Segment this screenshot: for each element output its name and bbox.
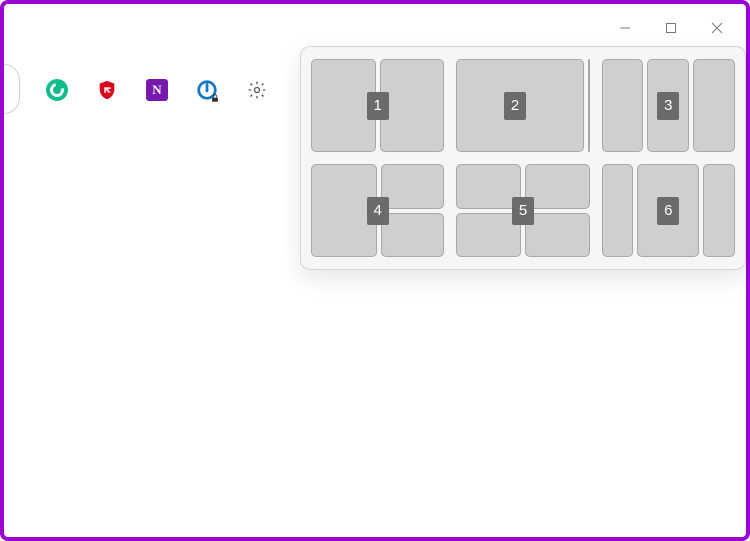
snap-zone [525,213,590,258]
grammarly-icon[interactable] [46,79,68,101]
snap-layout-option-3[interactable]: 3 [602,59,735,152]
layout-badge: 3 [657,92,679,120]
snap-zone [693,59,735,152]
snap-zone-group [525,164,590,257]
snap-zone [588,59,590,152]
layout-badge: 6 [657,197,679,225]
snap-zone [703,164,735,257]
close-button[interactable] [694,12,740,44]
settings-icon[interactable] [246,79,268,101]
snap-zone [381,164,445,209]
snap-layout-option-6[interactable]: 6 [602,164,735,257]
snap-layout-option-5[interactable]: 5 [456,164,589,257]
layout-badge: 1 [367,92,389,120]
layout-badge: 2 [504,92,526,120]
idm-icon[interactable] [196,79,218,101]
onenote-icon[interactable]: N [146,79,168,101]
snap-layout-option-1[interactable]: 1 [311,59,444,152]
snap-zone [602,59,644,152]
snap-layout-option-2[interactable]: 2 [456,59,589,152]
snap-zone [380,59,445,152]
snap-layouts-flyout: 1 2 3 4 5 6 [300,46,746,270]
snap-zone [602,164,634,257]
minimize-button[interactable] [602,12,648,44]
layout-badge: 5 [512,197,534,225]
maximize-button[interactable] [648,12,694,44]
window-controls [602,12,740,44]
layout-badge: 4 [367,197,389,225]
snap-layout-option-4[interactable]: 4 [311,164,444,257]
snap-zone [381,213,445,258]
ublock-icon[interactable] [96,79,118,101]
snap-zone-group [381,164,445,257]
snap-zone [525,164,590,209]
